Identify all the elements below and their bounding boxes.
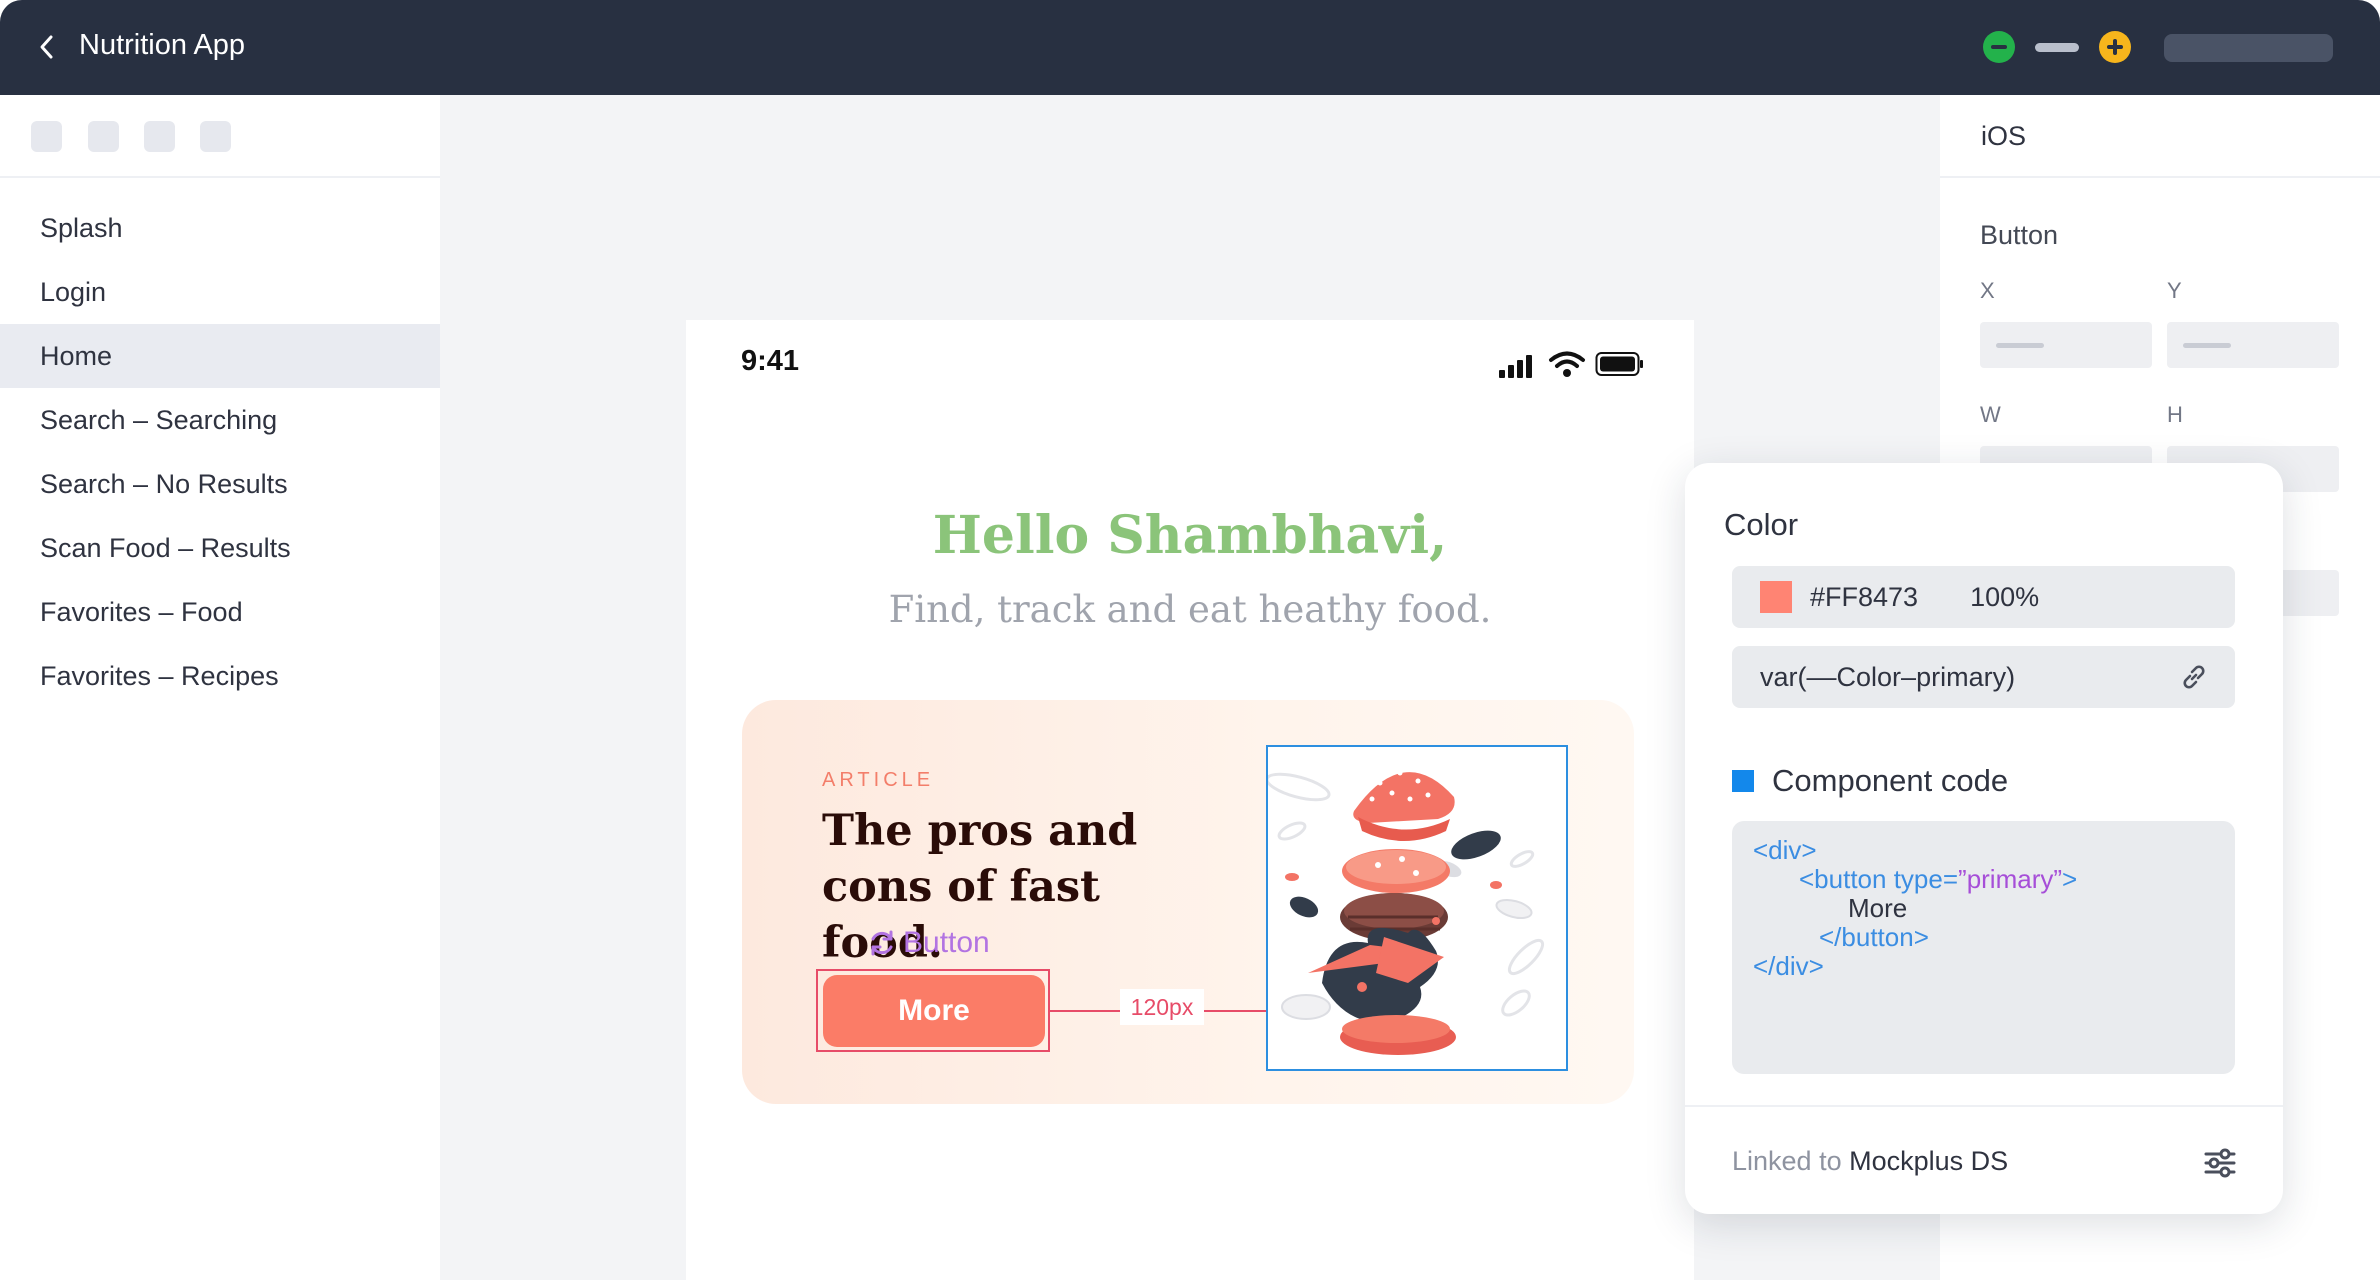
code-token: > <box>2062 864 2078 894</box>
sidebar-item-search-searching[interactable]: Search – Searching <box>0 388 440 452</box>
measure-label: 120px <box>1120 989 1204 1025</box>
x-label: X <box>1980 278 1995 303</box>
code-token: ”primary” <box>1958 864 2063 894</box>
divider <box>1685 1105 2283 1107</box>
signal-icon <box>1499 355 1532 378</box>
article-card[interactable]: ARTICLE The pros and cons of fast food. … <box>742 700 1634 1104</box>
component-label-text: Button <box>903 926 990 959</box>
design-system-name[interactable]: Mockplus DS <box>1849 1146 2008 1176</box>
linked-prefix: Linked to <box>1732 1146 1850 1176</box>
sidebar-item-favorites-recipes[interactable]: Favorites – Recipes <box>0 644 440 708</box>
wifi-icon <box>1549 351 1585 377</box>
x-field[interactable] <box>1980 322 2152 368</box>
sidebar-item-scan-food-results[interactable]: Scan Food – Results <box>0 516 440 580</box>
minimize-icon[interactable] <box>1983 31 2015 63</box>
y-label: Y <box>2167 278 2182 303</box>
title-bar: Nutrition App <box>0 0 2380 95</box>
inspector-section-title: Button <box>1980 220 2059 250</box>
back-icon[interactable] <box>30 30 64 64</box>
code-line: More <box>1848 893 1908 923</box>
battery-icon <box>1595 352 1643 376</box>
y-field[interactable] <box>2167 322 2339 368</box>
code-token: <button type= <box>1799 864 1959 894</box>
component-code-title: Component code <box>1732 763 2008 799</box>
phone-artboard[interactable]: 9:41 Hello Shambhavi, Find, track and ea… <box>686 320 1694 1280</box>
toolbar-square-icon[interactable] <box>144 121 175 152</box>
color-value-row[interactable]: #FF8473 100% <box>1732 566 2235 628</box>
link-icon[interactable] <box>2179 662 2209 692</box>
color-hex: #FF8473 <box>1810 581 1919 612</box>
component-label: Button <box>867 926 990 960</box>
platform-label: iOS <box>1981 121 2027 151</box>
divider <box>0 176 440 178</box>
toolbar-square-icon[interactable] <box>31 121 62 152</box>
sidebar-item-search-no-results[interactable]: Search – No Results <box>0 452 440 516</box>
burger-image <box>1268 766 1545 1055</box>
toolbar-square-icon[interactable] <box>200 121 231 152</box>
code-square-icon <box>1732 770 1754 792</box>
code-line: </div> <box>1753 951 1824 981</box>
app-title: Nutrition App <box>79 29 246 61</box>
color-variable-row[interactable]: var(––Color–primary) <box>1732 646 2235 708</box>
divider <box>1940 176 2380 178</box>
burger-illustration[interactable] <box>1266 745 1568 1071</box>
sidebar-item-favorites-food[interactable]: Favorites – Food <box>0 580 440 644</box>
add-icon[interactable] <box>2099 31 2131 63</box>
top-bar-placeholder <box>2164 34 2333 62</box>
sidebar-item-splash[interactable]: Splash <box>0 196 440 260</box>
code-line: <button type=”primary”> <box>1799 864 2077 895</box>
color-variable: var(––Color–primary) <box>1760 661 2016 692</box>
linked-design-system: Linked to Mockplus DS <box>1732 1146 2008 1177</box>
code-block[interactable]: <div> <button type=”primary”> More </but… <box>1732 821 2235 1074</box>
tagline: Find, track and eat heathy food. <box>888 588 1492 631</box>
status-time: 9:41 <box>741 345 800 377</box>
toolbar-square-icon[interactable] <box>88 121 119 152</box>
sync-icon <box>871 930 893 956</box>
code-line: </button> <box>1819 922 1929 952</box>
color-swatch[interactable] <box>1760 581 1792 613</box>
color-opacity: 100% <box>1970 581 2040 612</box>
component-code-label: Component code <box>1772 763 2009 798</box>
w-label: W <box>1980 402 2001 427</box>
greeting-heading: Hello Shambhavi, <box>932 505 1448 566</box>
code-line: <div> <box>1753 835 1817 865</box>
h-label: H <box>2167 402 2183 427</box>
sidebar-item-home[interactable]: Home <box>0 324 440 388</box>
sliders-icon[interactable] <box>2203 1146 2237 1180</box>
article-kicker: ARTICLE <box>822 769 935 791</box>
color-title: Color <box>1724 507 1799 542</box>
window-dash-icon[interactable] <box>2035 43 2079 52</box>
sidebar-item-login[interactable]: Login <box>0 260 440 324</box>
color-popover: Color #FF8473 100% var(––Color–primary) … <box>1685 463 2283 1214</box>
more-button[interactable]: More <box>823 975 1045 1047</box>
